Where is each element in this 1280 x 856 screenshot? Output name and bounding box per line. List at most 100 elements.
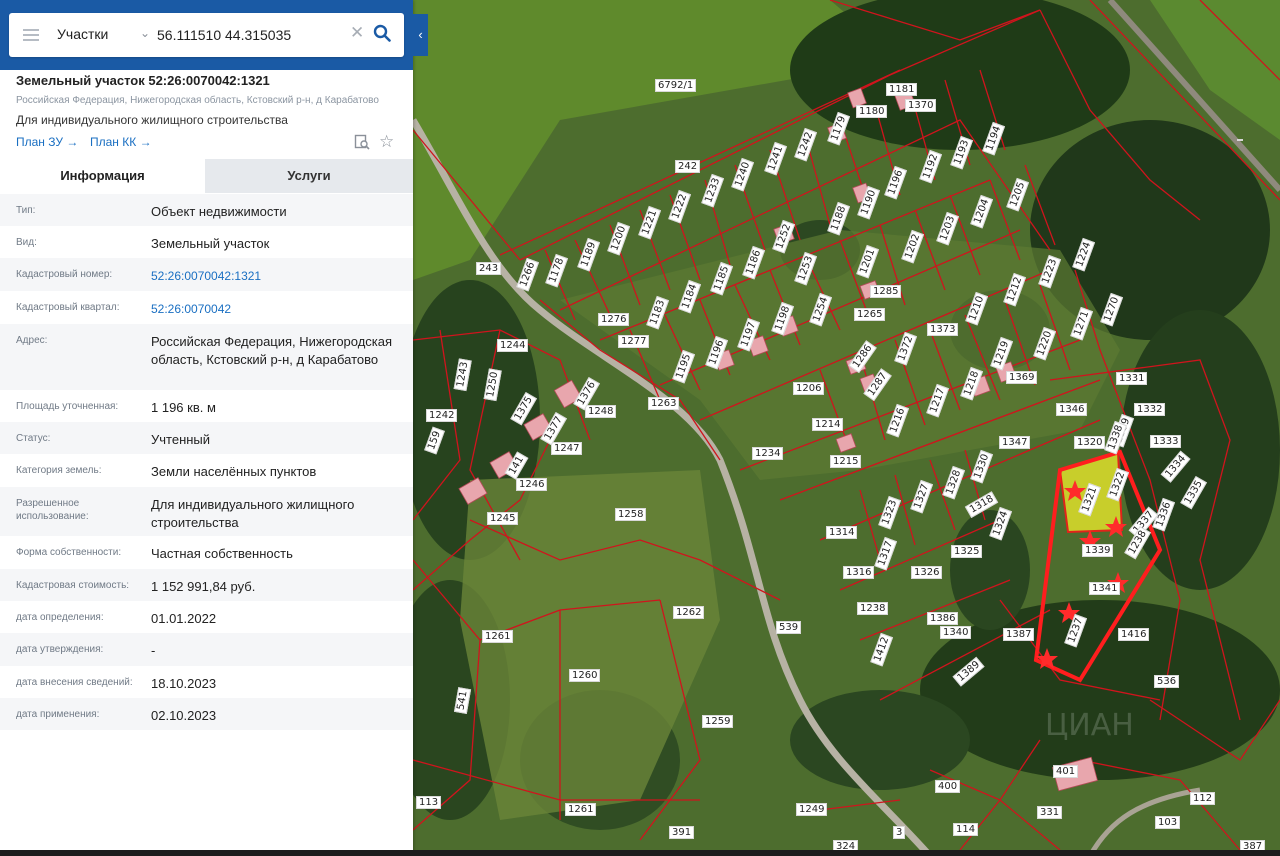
parcel-label[interactable]: 1320	[1074, 436, 1106, 449]
parcel-label[interactable]: 1260	[569, 669, 601, 682]
parcel-label[interactable]: 1276	[598, 313, 630, 326]
document-search-icon[interactable]	[354, 134, 370, 155]
tab-services[interactable]: Услуги	[205, 159, 413, 193]
parcel-label[interactable]: 1258	[615, 508, 647, 521]
search-icon[interactable]	[373, 24, 391, 47]
parcel-label[interactable]: 1326	[911, 566, 943, 579]
parcel-label[interactable]: 401	[1053, 765, 1079, 778]
row-value: Земельный участок	[151, 236, 270, 251]
parcel-label[interactable]: 1215	[830, 455, 862, 468]
parcel-label[interactable]: 1331	[1116, 372, 1148, 385]
row-label: дата определения:	[16, 612, 104, 623]
parcel-label[interactable]: 243	[476, 262, 502, 275]
parcel-label[interactable]: 1262	[673, 606, 705, 619]
object-address: Российская Федерация, Нижегородская обла…	[16, 95, 379, 106]
parcel-label[interactable]: 1247	[551, 442, 583, 455]
parcel-label[interactable]: 1244	[497, 339, 529, 352]
search-bar: Участки ⌄ ✕	[0, 0, 413, 70]
parcel-label[interactable]: 1332	[1134, 403, 1166, 416]
parcel-label[interactable]: 391	[669, 826, 695, 839]
row-label: Разрешенное использование:	[16, 498, 89, 522]
parcel-label[interactable]: 1263	[648, 397, 680, 410]
row-value: Учтенный	[151, 432, 211, 447]
object-purpose: Для индивидуального жилищного строительс…	[16, 113, 288, 127]
tab-bar: Информация Услуги	[0, 159, 413, 193]
parcel-label[interactable]: 1314	[826, 526, 858, 539]
parcel-label[interactable]: 1347	[999, 436, 1031, 449]
plan-kk-link[interactable]: План КК →	[90, 135, 152, 149]
parcel-label[interactable]: 1206	[793, 382, 825, 395]
parcel-label[interactable]: 242	[675, 160, 701, 173]
close-icon[interactable]: ✕	[350, 23, 364, 43]
parcel-label[interactable]: 1386	[927, 612, 959, 625]
parcel-label[interactable]: 1248	[585, 405, 617, 418]
parcel-label[interactable]: 112	[1190, 792, 1216, 805]
row-label: дата внесения сведений:	[16, 677, 133, 688]
parcel-label[interactable]: 1333	[1150, 435, 1182, 448]
parcel-label[interactable]: 1249	[796, 803, 828, 816]
row-label: Тип:	[16, 205, 36, 216]
parcel-label[interactable]: 400	[935, 780, 961, 793]
cadastral-number-link[interactable]: 52:26:0070042:1321	[151, 267, 401, 285]
parcel-label[interactable]: 1214	[812, 418, 844, 431]
table-row: Разрешенное использование: Для индивидуа…	[0, 487, 413, 536]
parcel-label[interactable]: 1341	[1089, 582, 1121, 595]
parcel-label[interactable]: 1180	[856, 105, 888, 118]
menu-icon[interactable]	[23, 27, 39, 43]
parcel-label[interactable]: 1369	[1006, 371, 1038, 384]
parcel-label[interactable]: 1234	[752, 447, 784, 460]
parcel-label[interactable]: 1238	[857, 602, 889, 615]
layer-select[interactable]: Участки ⌄	[57, 26, 157, 44]
parcel-label[interactable]: 3	[893, 826, 906, 839]
parcel-label[interactable]: 1265	[854, 308, 886, 321]
parcel-label[interactable]: 1325	[951, 545, 983, 558]
favorite-star-icon[interactable]: ☆	[379, 133, 394, 150]
parcel-label[interactable]: 539	[776, 621, 802, 634]
parcel-label[interactable]: 1340	[940, 626, 972, 639]
tab-information[interactable]: Информация	[0, 159, 205, 193]
parcel-label[interactable]	[1237, 139, 1243, 141]
row-value: 1 152 991,84 руб.	[151, 579, 256, 594]
table-row: Форма собственности: Частная собственнос…	[0, 536, 413, 569]
parcel-label[interactable]: 1261	[482, 630, 514, 643]
row-value: Для индивидуального жилищного строительс…	[151, 497, 355, 530]
table-row: Тип: Объект недвижимости	[0, 194, 413, 226]
table-row: Кадастровый квартал: 52:26:0070042	[0, 291, 413, 324]
parcel-label[interactable]: 114	[953, 823, 979, 836]
parcel-label[interactable]: 1242	[426, 409, 458, 422]
parcel-label[interactable]: 1416	[1118, 628, 1150, 641]
table-row: Адрес: Российская Федерация, Нижегородск…	[0, 324, 413, 390]
row-value: Частная собственность	[151, 546, 293, 561]
parcel-label[interactable]: 1245	[487, 512, 519, 525]
page-title: Земельный участок 52:26:0070042:1321	[16, 73, 270, 88]
parcel-label[interactable]: 1285	[870, 285, 902, 298]
row-value: 02.10.2023	[151, 708, 217, 723]
parcel-label[interactable]: 1261	[565, 803, 597, 816]
search-input[interactable]	[155, 23, 355, 47]
plan-zu-link[interactable]: План ЗУ →	[16, 135, 78, 149]
parcel-label[interactable]: 536	[1154, 675, 1180, 688]
parcel-label[interactable]: 6792/1	[655, 79, 697, 92]
table-row: дата утверждения: -	[0, 633, 413, 666]
parcel-label[interactable]: 1373	[927, 323, 959, 336]
parcel-label[interactable]: 1181	[886, 83, 918, 96]
parcel-label[interactable]: 1339	[1082, 544, 1114, 557]
parcel-label[interactable]: 1316	[843, 566, 875, 579]
parcel-label[interactable]: 331	[1037, 806, 1063, 819]
collapse-panel-button[interactable]: ‹	[413, 14, 428, 56]
parcel-label[interactable]: 1387	[1003, 628, 1035, 641]
table-row: Вид: Земельный участок	[0, 226, 413, 258]
row-label: Кадастровый номер:	[16, 269, 113, 280]
parcel-label[interactable]: 1259	[702, 715, 734, 728]
parcel-label[interactable]: 1346	[1056, 403, 1088, 416]
row-label: Статус:	[16, 433, 51, 444]
parcel-label[interactable]: 1277	[618, 335, 650, 348]
parcel-label[interactable]: 103	[1155, 816, 1181, 829]
cadastral-quarter-link[interactable]: 52:26:0070042	[151, 300, 401, 318]
parcel-label[interactable]: 113	[416, 796, 442, 809]
row-label: Вид:	[16, 237, 37, 248]
parcel-label[interactable]: 1246	[516, 478, 548, 491]
table-row: Категория земель: Земли населённых пункт…	[0, 454, 413, 487]
parcel-label[interactable]: 1370	[905, 99, 937, 112]
row-value: 01.01.2022	[151, 611, 217, 626]
